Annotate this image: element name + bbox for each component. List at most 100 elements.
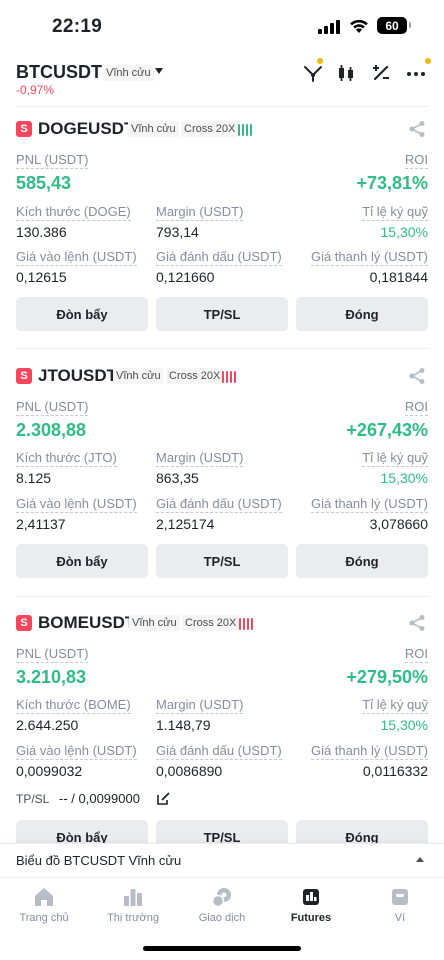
margin-ratio-label: Tỉ lệ ký quỹ — [362, 450, 428, 467]
chevron-up-icon — [416, 857, 424, 862]
short-badge: S — [16, 121, 32, 137]
margin-mode-tag[interactable]: Cross 20X — [182, 615, 240, 631]
mark-price-value: 0,0086890 — [156, 763, 223, 779]
margin-label: Margin (USDT) — [156, 450, 244, 467]
share-icon[interactable] — [408, 614, 426, 632]
leverage-button[interactable]: Đòn bẩy — [16, 820, 148, 843]
wallet-icon — [392, 889, 408, 905]
nav-markets[interactable]: Thị trường — [89, 886, 177, 924]
margin-value: 863,35 — [156, 470, 199, 486]
nav-futures[interactable]: Futures — [267, 886, 355, 924]
margin-mode-tag[interactable]: Cross 20X — [181, 121, 239, 137]
divider — [16, 348, 428, 349]
margin-ratio-value: 15,30% — [380, 470, 428, 486]
pnl-value: 2.308,88 — [16, 420, 87, 440]
position-symbol[interactable]: DOGEUSDT — [38, 119, 134, 139]
liq-price-label: Giá thanh lý (USDT) — [310, 496, 428, 513]
roi-label: ROI — [404, 152, 428, 169]
liq-price-label: Giá thanh lý (USDT) — [310, 249, 428, 266]
mark-price-value: 2,125174 — [156, 516, 215, 532]
chart-toggle-label: Biểu đồ BTCUSDT Vĩnh cửu — [16, 853, 182, 868]
status-bar: 22:19 60 — [0, 0, 444, 54]
nav-label: Ví — [394, 912, 406, 924]
notification-dot — [317, 58, 323, 64]
size-label: Kích thước (DOGE) — [16, 204, 131, 221]
tpsl-button[interactable]: TP/SL — [156, 297, 288, 331]
close-button[interactable]: Đóng — [296, 820, 428, 843]
roi-label: ROI — [404, 646, 428, 663]
nav-label: Thị trường — [107, 912, 159, 924]
margin-ratio-label: Tỉ lệ ký quỹ — [362, 697, 428, 714]
close-button[interactable]: Đóng — [296, 297, 428, 331]
size-value: 130.386 — [16, 224, 67, 240]
margin-mode-tag[interactable]: Cross 20X — [166, 368, 224, 384]
chart-toggle-bar[interactable]: Biểu đồ BTCUSDT Vĩnh cửu — [0, 843, 444, 877]
cellular-signal-icon — [318, 20, 342, 34]
leverage-button[interactable]: Đòn bẩy — [16, 297, 148, 331]
contract-type-tag: Vĩnh cửu — [129, 615, 180, 631]
mark-price-label: Giá đánh dấu (USDT) — [156, 496, 282, 513]
size-value: 2.644.250 — [16, 717, 79, 733]
entry-price-label: Giá vào lệnh (USDT) — [16, 496, 137, 513]
share-icon[interactable] — [408, 367, 426, 385]
calculator-icon[interactable] — [370, 62, 392, 84]
roi-value: +279,50% — [346, 667, 428, 687]
short-badge: S — [16, 615, 32, 631]
more-icon[interactable] — [405, 62, 427, 84]
nav-home[interactable]: Trang chủ — [0, 886, 88, 924]
home-indicator[interactable] — [143, 946, 301, 951]
home-icon — [35, 888, 53, 906]
bot-icon[interactable] — [302, 62, 324, 84]
margin-label: Margin (USDT) — [156, 697, 244, 714]
nav-wallet[interactable]: Ví — [356, 886, 444, 924]
margin-ratio-value: 15,30% — [380, 224, 428, 240]
entry-price-value: 0,12615 — [16, 269, 67, 285]
notification-dot — [425, 58, 431, 64]
share-icon[interactable] — [408, 120, 426, 138]
divider — [16, 106, 428, 107]
nav-trade[interactable]: Giao dịch — [178, 886, 266, 924]
liq-price-value: 0,0116332 — [362, 763, 428, 779]
contract-type-tag: Vĩnh cửu — [113, 368, 164, 384]
candlestick-icon[interactable] — [335, 62, 357, 84]
margin-label: Margin (USDT) — [156, 204, 244, 221]
nav-label: Trang chủ — [19, 912, 69, 924]
size-label: Kích thước (BOME) — [16, 697, 131, 714]
roi-value: +73,81% — [356, 173, 428, 193]
margin-value: 793,14 — [156, 224, 199, 240]
risk-level-icon — [239, 616, 255, 630]
mark-price-label: Giá đánh dấu (USDT) — [156, 743, 282, 760]
mark-price-label: Giá đánh dấu (USDT) — [156, 249, 282, 266]
entry-price-value: 2,41137 — [16, 516, 66, 532]
position-symbol[interactable]: JTOUSDT — [38, 366, 117, 386]
entry-price-value: 0,0099032 — [16, 763, 83, 779]
position-card: S DOGEUSDT Vĩnh cửu Cross 20X PNL (USDT)… — [0, 106, 444, 348]
leverage-button[interactable]: Đòn bẩy — [16, 544, 148, 578]
tpsl-button[interactable]: TP/SL — [156, 544, 288, 578]
liq-price-value: 3,078660 — [369, 516, 428, 532]
divider — [16, 596, 428, 597]
markets-icon — [124, 889, 142, 906]
short-badge: S — [16, 368, 32, 384]
trade-icon — [211, 888, 231, 908]
nav-label: Futures — [290, 912, 332, 924]
risk-level-icon — [222, 369, 238, 383]
pnl-value: 3.210,83 — [16, 667, 87, 687]
margin-ratio-label: Tỉ lệ ký quỹ — [362, 204, 428, 221]
pair-symbol[interactable]: BTCUSDT — [16, 62, 102, 83]
chevron-down-icon[interactable] — [155, 68, 163, 74]
tpsl-value: -- / 0,0099000 — [59, 791, 140, 806]
size-label: Kích thước (JTO) — [16, 450, 117, 467]
battery-icon: 60 — [377, 17, 411, 34]
position-symbol[interactable]: BOMEUSDT — [38, 613, 135, 633]
pnl-label: PNL (USDT) — [16, 399, 89, 416]
size-value: 8.125 — [16, 470, 52, 486]
pair-header: BTCUSDT Vĩnh cửu -0,97% — [0, 56, 444, 106]
edit-icon[interactable] — [157, 792, 170, 805]
pnl-label: PNL (USDT) — [16, 646, 89, 663]
nav-label: Giao dịch — [198, 912, 246, 924]
tpsl-button[interactable]: TP/SL — [156, 820, 288, 843]
price-change: -0,97% — [16, 83, 55, 97]
tpsl-label: TP/SL — [16, 792, 50, 806]
close-button[interactable]: Đóng — [296, 544, 428, 578]
